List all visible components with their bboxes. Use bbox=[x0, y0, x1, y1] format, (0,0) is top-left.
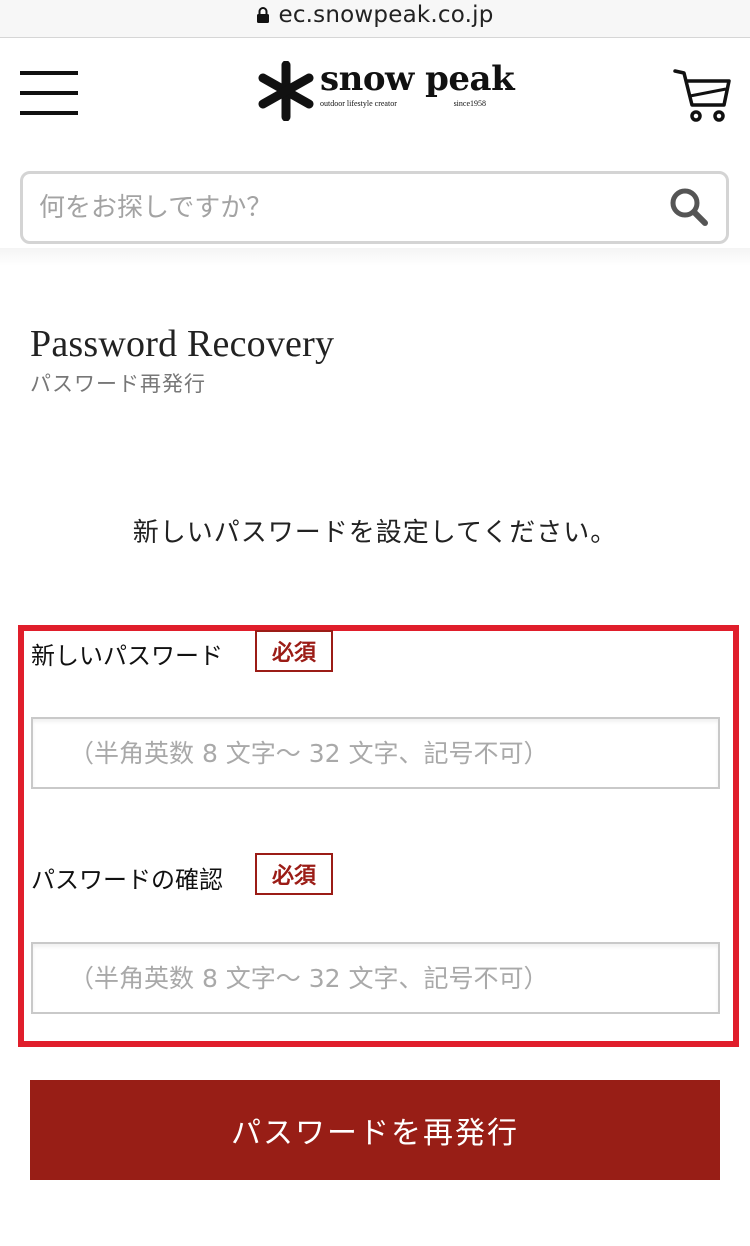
logo-tagline: outdoor lifestyle creator bbox=[320, 99, 397, 108]
hamburger-menu-icon[interactable] bbox=[20, 71, 78, 115]
page-title: Password Recovery bbox=[30, 323, 335, 365]
confirm-password-label: パスワードの確認 bbox=[31, 866, 223, 894]
url-display[interactable]: ec.snowpeak.co.jp bbox=[256, 2, 493, 28]
confirm-password-field[interactable] bbox=[31, 942, 720, 1014]
shopping-cart-icon[interactable] bbox=[672, 65, 732, 125]
instruction-text: 新しいパスワードを設定してください。 bbox=[132, 518, 618, 548]
search-input[interactable] bbox=[39, 174, 659, 241]
header-shadow bbox=[0, 248, 750, 266]
reissue-password-button[interactable]: パスワードを再発行 bbox=[30, 1080, 720, 1180]
new-password-field[interactable] bbox=[31, 717, 720, 789]
new-password-label: 新しいパスワード bbox=[31, 642, 223, 670]
snow-peak-logo[interactable]: snow peak outdoor lifestyle creator sinc… bbox=[258, 59, 515, 121]
menu-line bbox=[20, 91, 78, 95]
search-box bbox=[20, 171, 729, 244]
required-badge: 必須 bbox=[255, 630, 333, 672]
page-subtitle: パスワード再発行 bbox=[30, 372, 206, 396]
menu-line bbox=[20, 111, 78, 115]
logo-name: snow peak bbox=[320, 59, 515, 99]
required-badge: 必須 bbox=[255, 853, 333, 895]
browser-url-bar[interactable]: ec.snowpeak.co.jp bbox=[0, 0, 750, 38]
site-header: snow peak outdoor lifestyle creator sinc… bbox=[0, 39, 750, 154]
search-icon[interactable] bbox=[668, 186, 710, 228]
logo-since: since1958 bbox=[453, 99, 486, 108]
snowflake-asterisk-icon bbox=[258, 61, 314, 121]
lock-icon bbox=[257, 6, 270, 23]
menu-line bbox=[20, 71, 78, 75]
url-text: ec.snowpeak.co.jp bbox=[278, 1, 494, 28]
